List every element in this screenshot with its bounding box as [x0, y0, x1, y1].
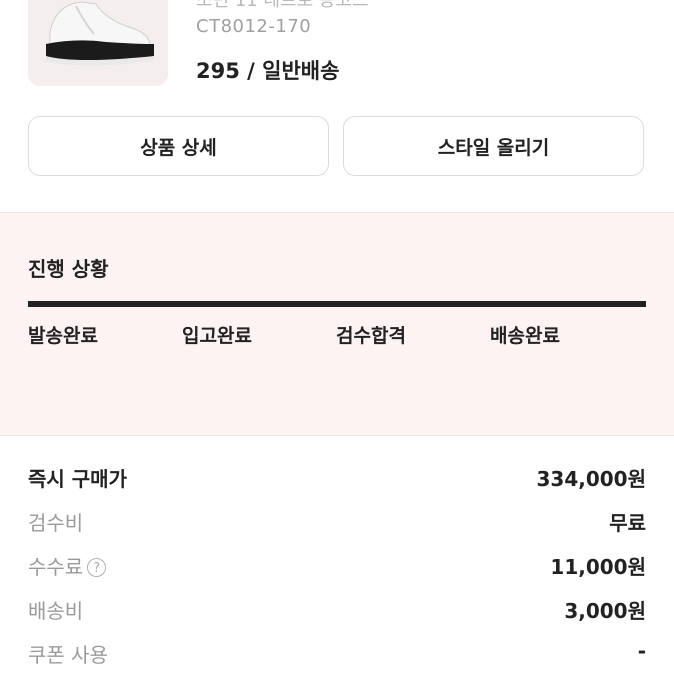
- product-detail-button[interactable]: 상품 상세: [28, 116, 329, 176]
- product-name: 조던 11 레트로 콩코드: [196, 0, 369, 11]
- progress-title: 진행 상황: [28, 257, 109, 281]
- price-summary: 즉시 구매가 334,000원 검수비 무료 수수료? 11,000원 배송비 …: [28, 455, 646, 675]
- help-icon[interactable]: ?: [87, 558, 107, 577]
- inspection-label: 검수비: [28, 511, 84, 535]
- progress-section: 진행 상황 발송완료 입고완료 검수합격 배송완료: [0, 212, 674, 436]
- product-code: CT8012-170: [196, 16, 312, 37]
- action-buttons: 상품 상세 스타일 올리기: [28, 116, 646, 178]
- fee-label: 수수료: [28, 555, 84, 579]
- instant-price-value: 334,000원: [536, 467, 647, 491]
- inspection-value: 무료: [609, 511, 646, 535]
- product-image[interactable]: [28, 0, 168, 86]
- inspection-fee-row: 검수비 무료: [28, 499, 646, 543]
- step-inspected: 검수합격: [336, 325, 406, 347]
- shipping-fee-row: 배송비 3,000원: [28, 587, 646, 631]
- product-summary: 조던 11 레트로 콩코드 CT8012-170 295 / 일반배송: [28, 0, 646, 100]
- fee-row: 수수료? 11,000원: [28, 543, 646, 587]
- shipping-label: 배송비: [28, 599, 84, 623]
- coupon-row: 쿠폰 사용 -: [28, 631, 646, 675]
- coupon-value: -: [637, 639, 646, 663]
- sneaker-icon: [46, 1, 154, 66]
- shipping-value: 3,000원: [564, 599, 646, 623]
- fee-label-wrap: 수수료?: [28, 551, 107, 580]
- post-style-button[interactable]: 스타일 올리기: [343, 116, 644, 176]
- step-received: 입고완료: [182, 325, 252, 347]
- coupon-label: 쿠폰 사용: [28, 643, 108, 667]
- progress-bar: [28, 301, 646, 307]
- instant-price-row: 즉시 구매가 334,000원: [28, 455, 646, 499]
- fee-value: 11,000원: [550, 555, 646, 579]
- step-delivered: 배송완료: [490, 325, 560, 347]
- instant-price-label: 즉시 구매가: [28, 467, 127, 491]
- step-shipped: 발송완료: [28, 325, 98, 347]
- size-shipping: 295 / 일반배송: [196, 59, 340, 83]
